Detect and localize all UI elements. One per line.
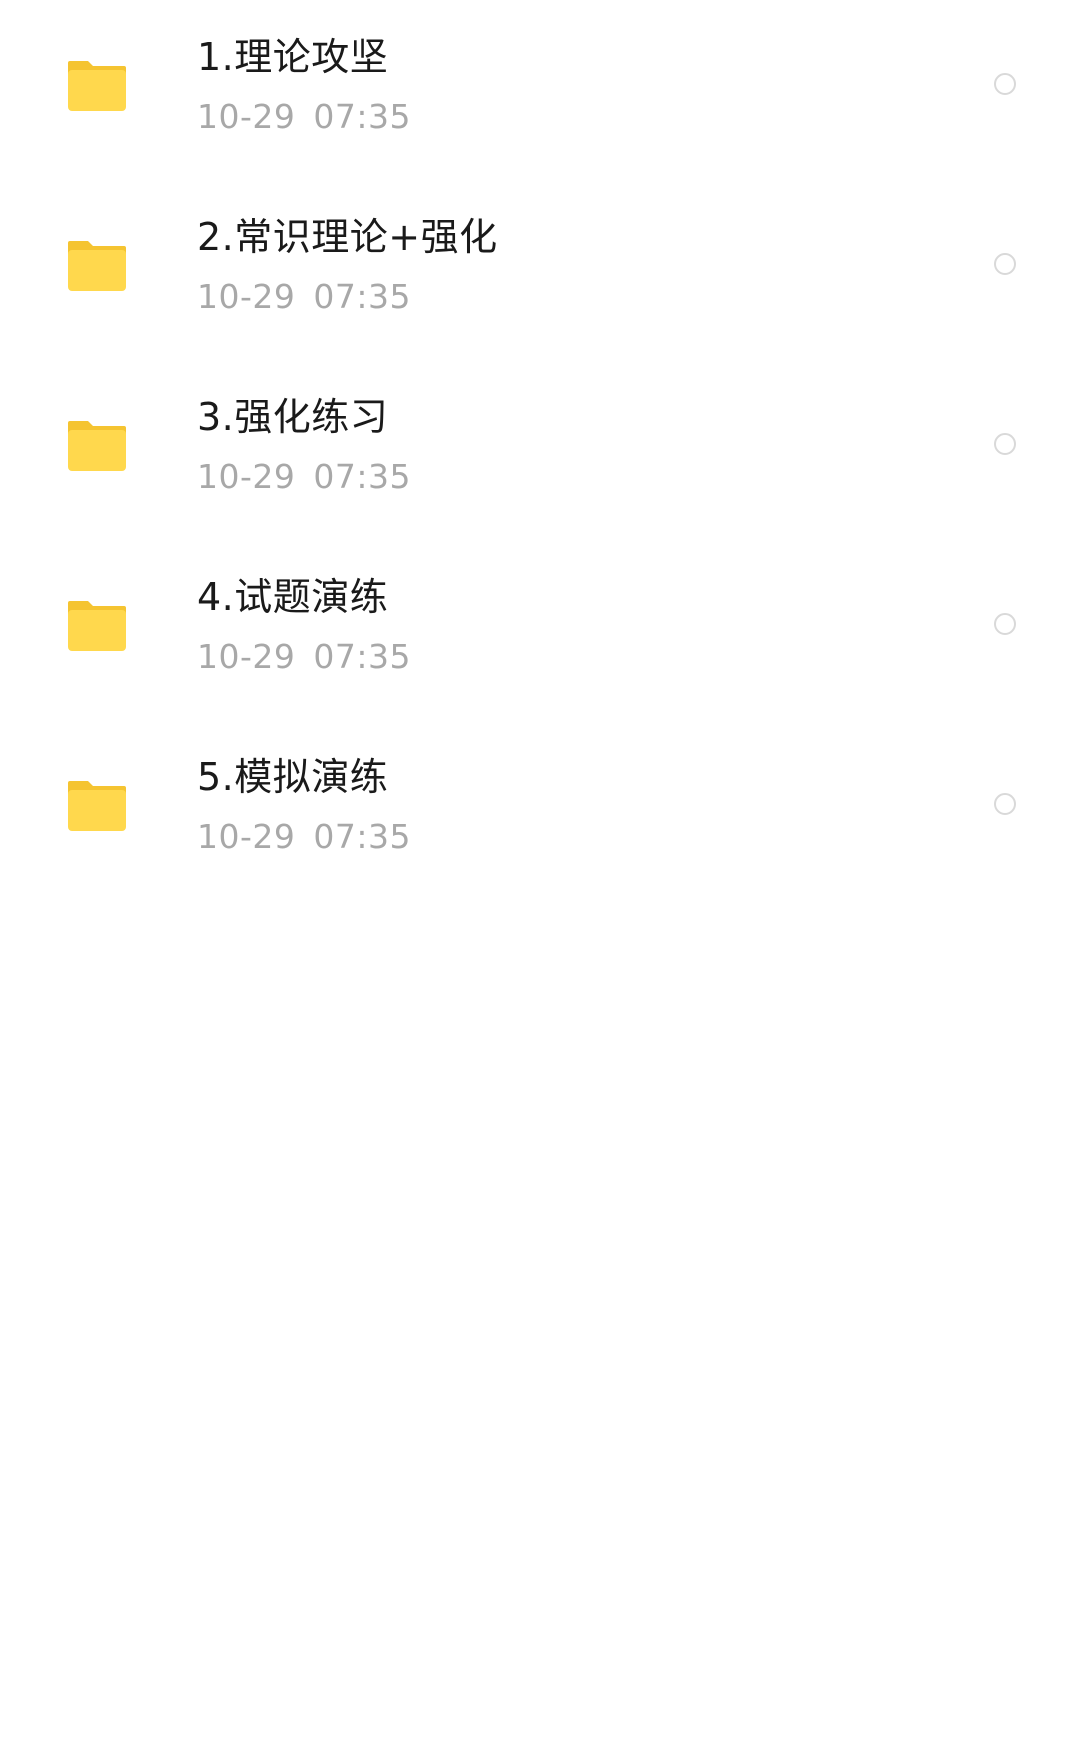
folder-icon	[66, 777, 128, 833]
file-modified: 10-29 07:35	[197, 95, 411, 139]
file-name: 3.强化练习	[197, 395, 389, 439]
file-row-2[interactable]: 2.常识理论+强化 10-29 07:35	[0, 180, 1080, 360]
file-modified: 10-29 07:35	[197, 815, 411, 859]
select-checkbox[interactable]	[994, 613, 1016, 635]
folder-icon	[66, 237, 128, 293]
file-row-5[interactable]: 5.模拟演练 10-29 07:35	[0, 720, 1080, 900]
file-date: 10-29	[197, 637, 296, 676]
select-checkbox[interactable]	[994, 73, 1016, 95]
file-time: 07:35	[313, 457, 411, 496]
file-time: 07:35	[313, 637, 411, 676]
select-checkbox[interactable]	[994, 793, 1016, 815]
folder-icon	[66, 597, 128, 653]
file-name: 4.试题演练	[197, 575, 389, 619]
file-date: 10-29	[197, 277, 296, 316]
file-name: 1.理论攻坚	[197, 35, 389, 79]
file-modified: 10-29 07:35	[197, 275, 411, 319]
file-row-1[interactable]: 1.理论攻坚 10-29 07:35	[0, 0, 1080, 180]
file-date: 10-29	[197, 97, 296, 136]
select-checkbox[interactable]	[994, 253, 1016, 275]
select-checkbox[interactable]	[994, 433, 1016, 455]
file-modified: 10-29 07:35	[197, 455, 411, 499]
file-date: 10-29	[197, 457, 296, 496]
file-list: 1.理论攻坚 10-29 07:35 2.常识理论+强化 10-29 07:35 3…	[0, 0, 1080, 1738]
file-name: 5.模拟演练	[197, 755, 389, 799]
file-time: 07:35	[313, 817, 411, 856]
file-time: 07:35	[313, 97, 411, 136]
folder-icon	[66, 57, 128, 113]
file-time: 07:35	[313, 277, 411, 316]
file-row-3[interactable]: 3.强化练习 10-29 07:35	[0, 360, 1080, 540]
file-row-4[interactable]: 4.试题演练 10-29 07:35	[0, 540, 1080, 720]
file-date: 10-29	[197, 817, 296, 856]
folder-icon	[66, 417, 128, 473]
file-modified: 10-29 07:35	[197, 635, 411, 679]
file-name: 2.常识理论+强化	[197, 215, 498, 259]
